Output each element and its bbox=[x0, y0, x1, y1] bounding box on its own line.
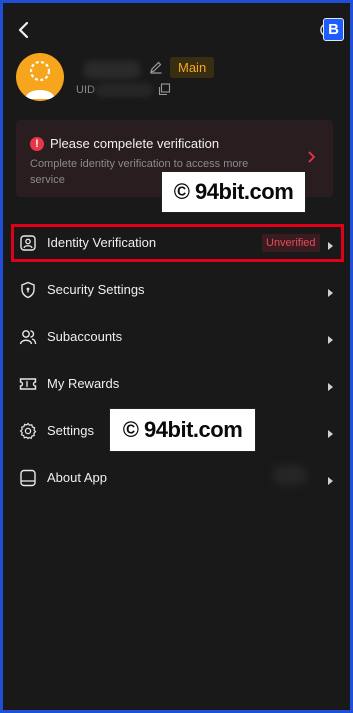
menu-label: Security Settings bbox=[47, 282, 145, 297]
watermark: © 94bit.com bbox=[161, 171, 306, 213]
shield-icon bbox=[19, 281, 37, 299]
masked-version bbox=[273, 465, 307, 485]
menu-item-identity-verification[interactable]: Identity Verification Unverified bbox=[11, 224, 344, 262]
masked-uid bbox=[95, 83, 153, 97]
account-type-tag: Main bbox=[170, 57, 215, 78]
gear-icon bbox=[19, 422, 37, 440]
caret-right-icon bbox=[327, 285, 335, 297]
watermark: © 94bit.com bbox=[109, 408, 256, 452]
menu-label: About App bbox=[47, 470, 107, 485]
menu-item-my-rewards[interactable]: My Rewards bbox=[11, 365, 344, 403]
account-screen: B Main UID ! Please compelete verificati… bbox=[3, 3, 350, 710]
status-badge: Unverified bbox=[262, 234, 320, 252]
back-icon[interactable] bbox=[13, 19, 35, 41]
caret-right-icon bbox=[327, 426, 335, 438]
menu-item-security-settings[interactable]: Security Settings bbox=[11, 271, 344, 309]
menu-item-subaccounts[interactable]: Subaccounts bbox=[11, 318, 344, 356]
copy-icon[interactable] bbox=[158, 83, 171, 96]
id-card-icon bbox=[19, 234, 37, 252]
users-icon bbox=[19, 328, 37, 346]
caret-right-icon bbox=[327, 473, 335, 485]
browser-badge-icon[interactable]: B bbox=[323, 18, 344, 41]
avatar[interactable] bbox=[16, 53, 64, 101]
pencil-icon[interactable] bbox=[149, 60, 163, 74]
alert-icon: ! bbox=[30, 137, 44, 151]
menu-label: My Rewards bbox=[47, 376, 120, 391]
menu-label: Identity Verification bbox=[47, 235, 157, 250]
masked-username bbox=[83, 61, 141, 79]
menu-label: Settings bbox=[47, 423, 94, 438]
menu-label: Subaccounts bbox=[47, 329, 123, 344]
caret-right-icon bbox=[327, 379, 335, 391]
ticket-icon bbox=[19, 375, 37, 393]
caret-right-icon bbox=[327, 238, 335, 250]
caret-right-icon bbox=[327, 332, 335, 344]
app-icon bbox=[19, 469, 37, 487]
uid-label: UID bbox=[76, 84, 95, 96]
verification-title: Please compelete verification bbox=[50, 136, 220, 151]
chevron-right-icon bbox=[307, 150, 317, 164]
